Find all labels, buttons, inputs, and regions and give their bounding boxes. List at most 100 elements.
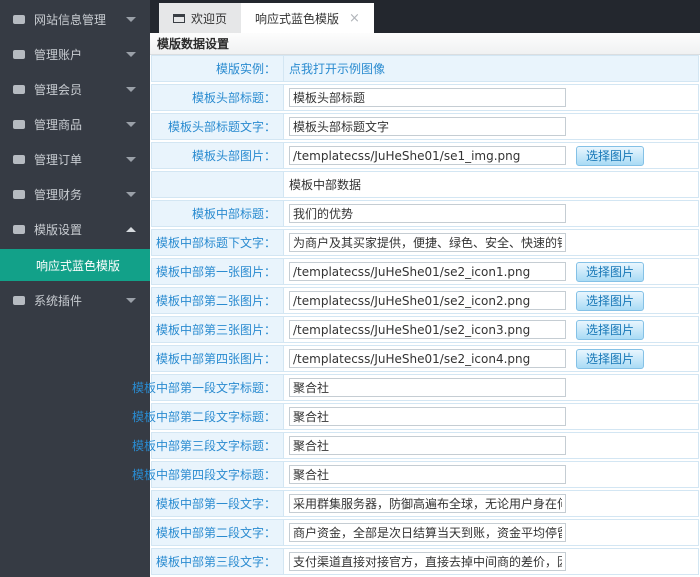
field-label: 模板头部图片： (152, 143, 284, 168)
panel-title-text: 模版数据设置 (157, 35, 229, 52)
field-label: 模板中部第四段文字标题： (152, 462, 284, 487)
field-value-cell: 选择图片 (284, 346, 698, 371)
field-input-17[interactable] (289, 552, 566, 571)
comment-icon (13, 155, 25, 164)
field-input-7[interactable] (289, 262, 566, 281)
sidebar-item[interactable]: 管理商品 (0, 107, 150, 142)
field-input-11[interactable] (289, 378, 566, 397)
field-value-cell (284, 549, 698, 574)
sidebar-item-label: 管理订单 (34, 151, 126, 168)
field-label: 模板中部标题下文字： (152, 230, 284, 255)
field-value-cell (284, 230, 698, 255)
chevron-down-icon (126, 17, 136, 22)
field-input-14[interactable] (289, 465, 566, 484)
form-row: 模板中部第二段文字标题： (151, 403, 699, 430)
tab-responsive-blue-template[interactable]: 响应式蓝色模版 × (241, 3, 374, 33)
field-value-cell: 选择图片 (284, 317, 698, 342)
field-input-9[interactable] (289, 320, 566, 339)
field-label: 模板中部标题： (152, 201, 284, 226)
form-row: 模板中部第一张图片： 选择图片 (151, 258, 699, 285)
field-label: 模板中部第二段文字： (152, 520, 284, 545)
sidebar-item-label: 系统插件 (34, 292, 126, 309)
sidebar-item-label: 管理商品 (34, 116, 126, 133)
comment-icon (13, 120, 25, 129)
field-label (152, 172, 284, 197)
tab-bar: 欢迎页 响应式蓝色模版 × (150, 0, 700, 33)
form-row: 模板头部标题文字： (151, 113, 699, 140)
chevron-down-icon (126, 52, 136, 57)
app-window: 网站信息管理管理账户管理会员管理商品管理订单管理财务模版设置响应式蓝色模版系统插… (0, 0, 700, 577)
chevron-down-icon (126, 298, 136, 303)
sidebar-item-label: 网站信息管理 (34, 11, 126, 28)
choose-image-button[interactable]: 选择图片 (576, 262, 644, 282)
sidebar-item[interactable]: 管理账户 (0, 37, 150, 72)
choose-image-button[interactable]: 选择图片 (576, 146, 644, 166)
tab-welcome[interactable]: 欢迎页 (159, 3, 241, 33)
field-input-2[interactable] (289, 117, 566, 136)
field-value-cell: 模板中部数据 (284, 172, 698, 197)
section-heading: 模板中部数据 (289, 176, 361, 193)
field-label: 模板中部第三张图片： (152, 317, 284, 342)
field-label: 模板中部第一张图片： (152, 259, 284, 284)
form-row: 模板头部标题： (151, 84, 699, 111)
field-input-5[interactable] (289, 204, 566, 223)
field-input-1[interactable] (289, 88, 566, 107)
open-example-image-link[interactable]: 点我打开示例图像 (289, 60, 385, 77)
form-row: 模板中部第三段文字标题： (151, 432, 699, 459)
sidebar-item[interactable]: 管理财务 (0, 177, 150, 212)
field-value-cell: 选择图片 (284, 288, 698, 313)
sidebar-item[interactable]: 模版设置 (0, 212, 150, 247)
comment-icon (13, 296, 25, 305)
form-row: 模板中部第一段文字标题： (151, 374, 699, 401)
form-row: 模板中部标题下文字： (151, 229, 699, 256)
field-label: 模板中部第二张图片： (152, 288, 284, 313)
form-row: 模板中部第二张图片： 选择图片 (151, 287, 699, 314)
field-input-3[interactable] (289, 146, 566, 165)
field-input-13[interactable] (289, 436, 566, 455)
field-input-12[interactable] (289, 407, 566, 426)
form-row: 模板中部第三张图片： 选择图片 (151, 316, 699, 343)
field-label: 模板中部第三段文字标题： (152, 433, 284, 458)
sidebar-item[interactable]: 管理会员 (0, 72, 150, 107)
field-input-10[interactable] (289, 349, 566, 368)
field-label: 模版实例： (152, 56, 284, 81)
chevron-up-icon (126, 227, 136, 232)
form-row: 模版实例： 点我打开示例图像 (151, 55, 699, 82)
tab-template-label: 响应式蓝色模版 (255, 10, 339, 27)
sidebar-item[interactable]: 网站信息管理 (0, 2, 150, 37)
field-label: 模板头部标题文字： (152, 114, 284, 139)
field-label: 模板中部第一段文字： (152, 491, 284, 516)
field-label: 模板中部第四张图片： (152, 346, 284, 371)
choose-image-button[interactable]: 选择图片 (576, 320, 644, 340)
tab-welcome-label: 欢迎页 (191, 10, 227, 27)
field-value-cell (284, 85, 698, 110)
field-input-15[interactable] (289, 494, 566, 513)
sidebar-nav: 网站信息管理管理账户管理会员管理商品管理订单管理财务模版设置响应式蓝色模版系统插… (0, 0, 150, 577)
sidebar-item[interactable]: 系统插件 (0, 283, 150, 318)
form-row: 模板中部第一段文字： (151, 490, 699, 517)
sidebar-subitem-responsive-blue-template[interactable]: 响应式蓝色模版 (0, 249, 150, 281)
field-value-cell: 选择图片 (284, 143, 698, 168)
panel-title: 模版数据设置 (150, 33, 700, 55)
choose-image-button[interactable]: 选择图片 (576, 349, 644, 369)
field-value-cell (284, 201, 698, 226)
field-value-cell: 点我打开示例图像 (284, 56, 698, 81)
field-input-8[interactable] (289, 291, 566, 310)
field-input-16[interactable] (289, 523, 566, 542)
chevron-down-icon (126, 192, 136, 197)
chevron-down-icon (126, 157, 136, 162)
choose-image-button[interactable]: 选择图片 (576, 291, 644, 311)
comment-icon (13, 190, 25, 199)
comment-icon (13, 225, 25, 234)
close-icon[interactable]: × (349, 12, 360, 25)
sidebar-item[interactable]: 管理订单 (0, 142, 150, 177)
sidebar-item-label: 模版设置 (34, 221, 126, 238)
field-value-cell: 选择图片 (284, 259, 698, 284)
field-input-6[interactable] (289, 233, 566, 252)
field-value-cell (284, 462, 698, 487)
field-label: 模板中部第二段文字标题： (152, 404, 284, 429)
form-row: 模板中部数据 (151, 171, 699, 198)
sidebar-item-label: 管理财务 (34, 186, 126, 203)
sidebar-subitem-label: 响应式蓝色模版 (36, 257, 120, 274)
form-row: 模板中部第二段文字： (151, 519, 699, 546)
